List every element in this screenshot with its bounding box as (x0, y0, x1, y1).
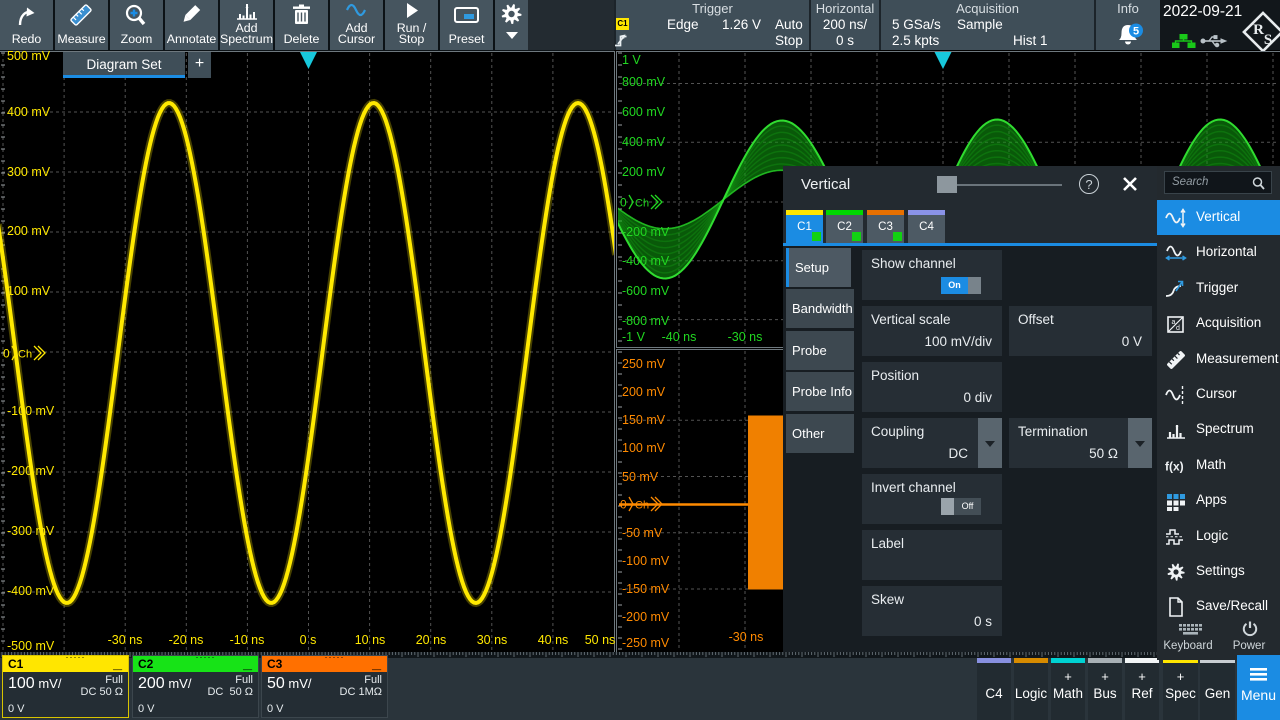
svg-text:d: d (1176, 325, 1180, 332)
svg-text:f(x): f(x) (1165, 459, 1184, 473)
svg-text:a: a (1172, 319, 1176, 326)
